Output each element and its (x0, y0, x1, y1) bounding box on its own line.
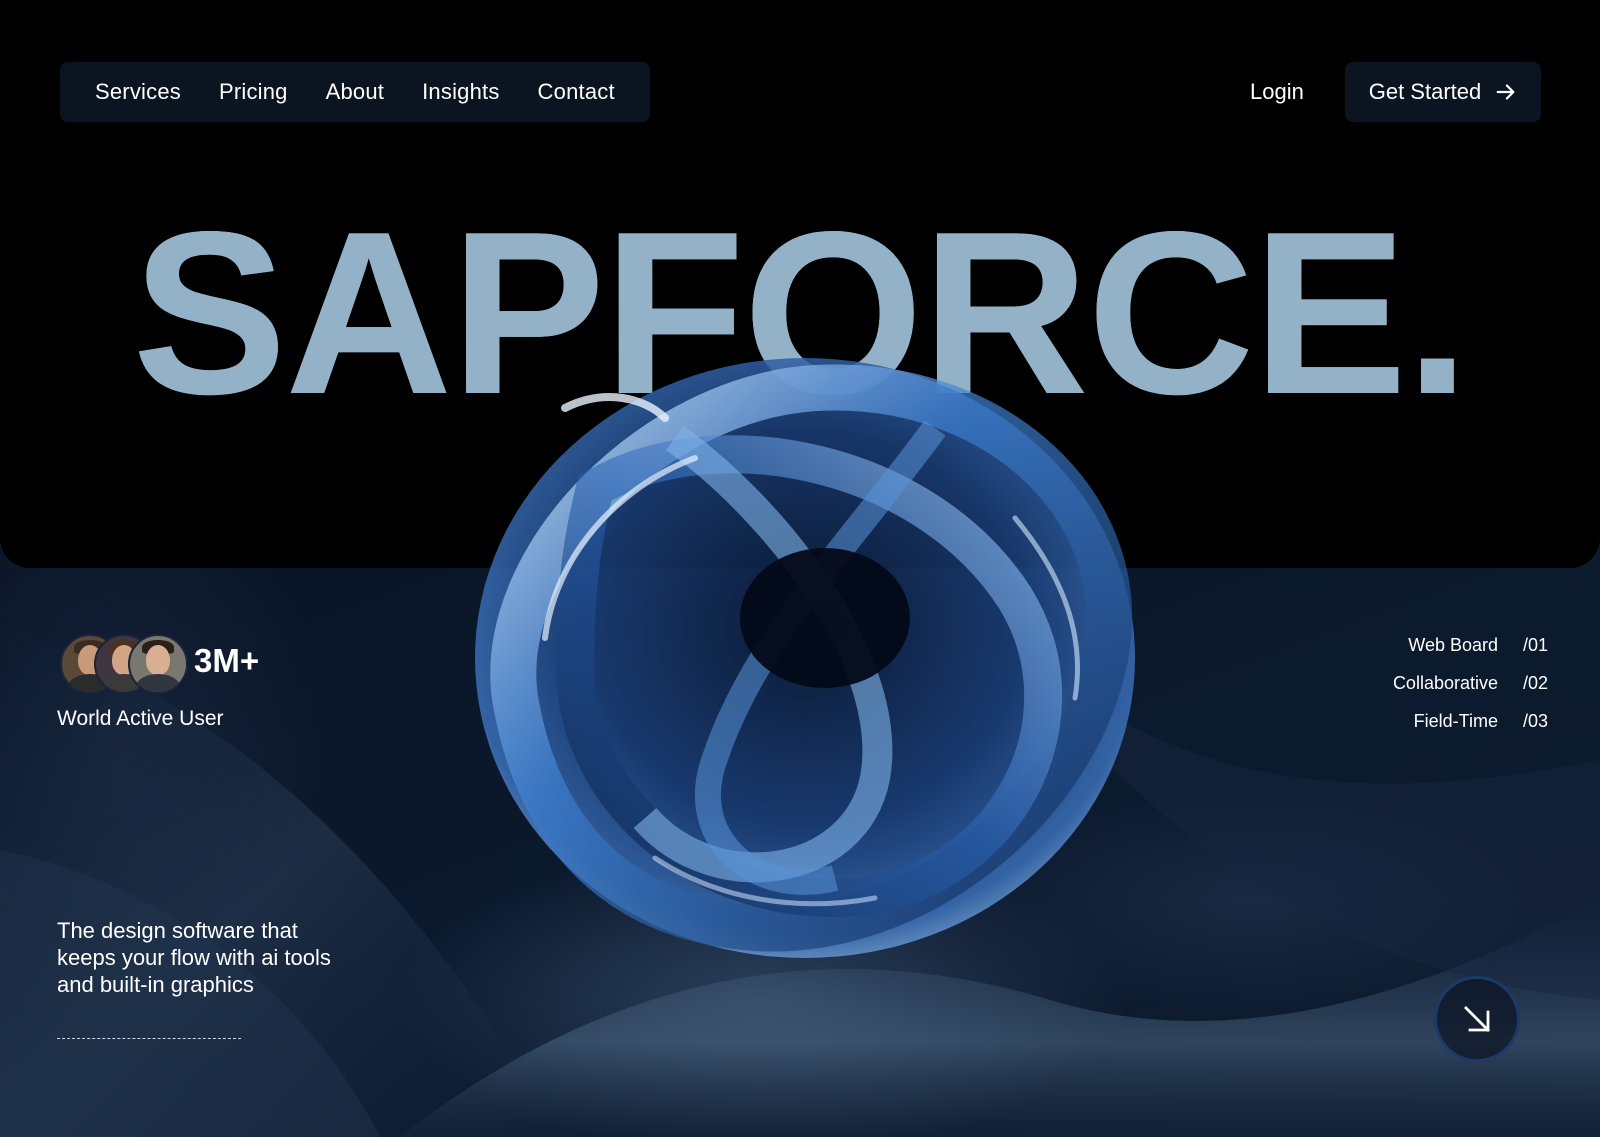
nav-item-services[interactable]: Services (76, 79, 200, 105)
feature-label: Collaborative (1392, 673, 1498, 693)
feature-item[interactable]: Collaborative/02 (1393, 664, 1548, 702)
feature-list: Web Board/01 Collaborative/02 Field-Time… (1393, 626, 1548, 740)
arrow-right-icon (1496, 84, 1515, 100)
feature-number: /03 (1522, 711, 1548, 731)
arrow-down-right-icon (1464, 1006, 1490, 1032)
feature-number: /01 (1522, 635, 1548, 655)
nav-item-about[interactable]: About (307, 79, 404, 105)
get-started-button[interactable]: Get Started (1345, 62, 1541, 122)
active-user-label: World Active User (57, 707, 224, 730)
feature-label: Web Board (1408, 635, 1498, 655)
feature-label: Field-Time (1413, 711, 1498, 731)
active-user-count: 3M+ (194, 642, 260, 679)
nav-item-pricing[interactable]: Pricing (200, 79, 307, 105)
get-started-label: Get Started (1368, 79, 1482, 104)
glass-knot-image (475, 358, 1135, 958)
login-link[interactable]: Login (1250, 74, 1304, 110)
avatar (128, 634, 188, 694)
description-divider (57, 1038, 241, 1039)
feature-item[interactable]: Web Board/01 (1393, 626, 1548, 664)
nav-item-contact[interactable]: Contact (519, 79, 634, 105)
nav-item-insights[interactable]: Insights (403, 79, 518, 105)
feature-item[interactable]: Field-Time/03 (1393, 702, 1548, 740)
feature-number: /02 (1522, 673, 1548, 693)
product-description: The design software that keeps your flow… (57, 918, 331, 997)
main-nav: Services Pricing About Insights Contact (60, 62, 650, 122)
scroll-down-button[interactable] (1434, 976, 1520, 1062)
